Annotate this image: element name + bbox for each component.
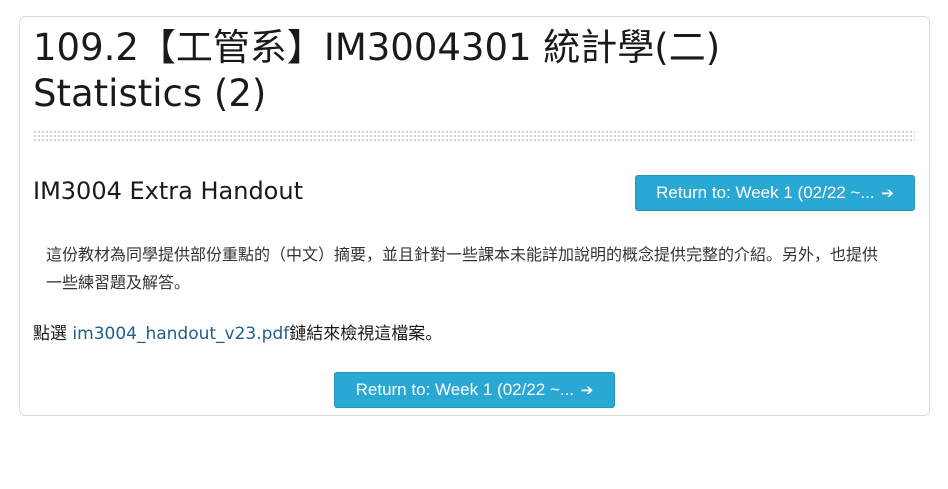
content-card: 109.2【工管系】IM3004301 統計學(二) Statistics (2… bbox=[19, 16, 930, 416]
return-button-label: Return to: Week 1 (02/22 ~... bbox=[355, 380, 575, 399]
return-to-section-button-bottom[interactable]: Return to: Week 1 (02/22 ~... ➔ bbox=[334, 372, 615, 408]
file-link-suffix: 鏈結來檢視這檔案。 bbox=[289, 324, 443, 344]
course-title-line1: 109.2【工管系】IM3004301 統計學(二) bbox=[33, 26, 721, 69]
course-title-line2: Statistics (2) bbox=[33, 72, 267, 115]
activity-title: IM3004 Extra Handout bbox=[33, 177, 303, 205]
return-to-section-button-top[interactable]: Return to: Week 1 (02/22 ~... ➔ bbox=[635, 175, 915, 211]
sign-in-icon: ➔ bbox=[580, 382, 594, 399]
return-button-label: Return to: Week 1 (02/22 ~... bbox=[656, 183, 875, 202]
file-link-prefix: 點選 bbox=[33, 324, 73, 344]
file-link-line: 點選 im3004_handout_v23.pdf鏈結來檢視這檔案。 bbox=[33, 322, 442, 346]
activity-intro: 這份教材為同學提供部份重點的（中文）摘要，並且針對一些課本未能詳加說明的概念提供… bbox=[46, 245, 879, 292]
file-link[interactable]: im3004_handout_v23.pdf bbox=[72, 324, 289, 344]
dotted-divider bbox=[33, 130, 915, 142]
page-title: 109.2【工管系】IM3004301 統計學(二) Statistics (2… bbox=[33, 25, 913, 117]
sign-in-icon: ➔ bbox=[881, 185, 894, 202]
